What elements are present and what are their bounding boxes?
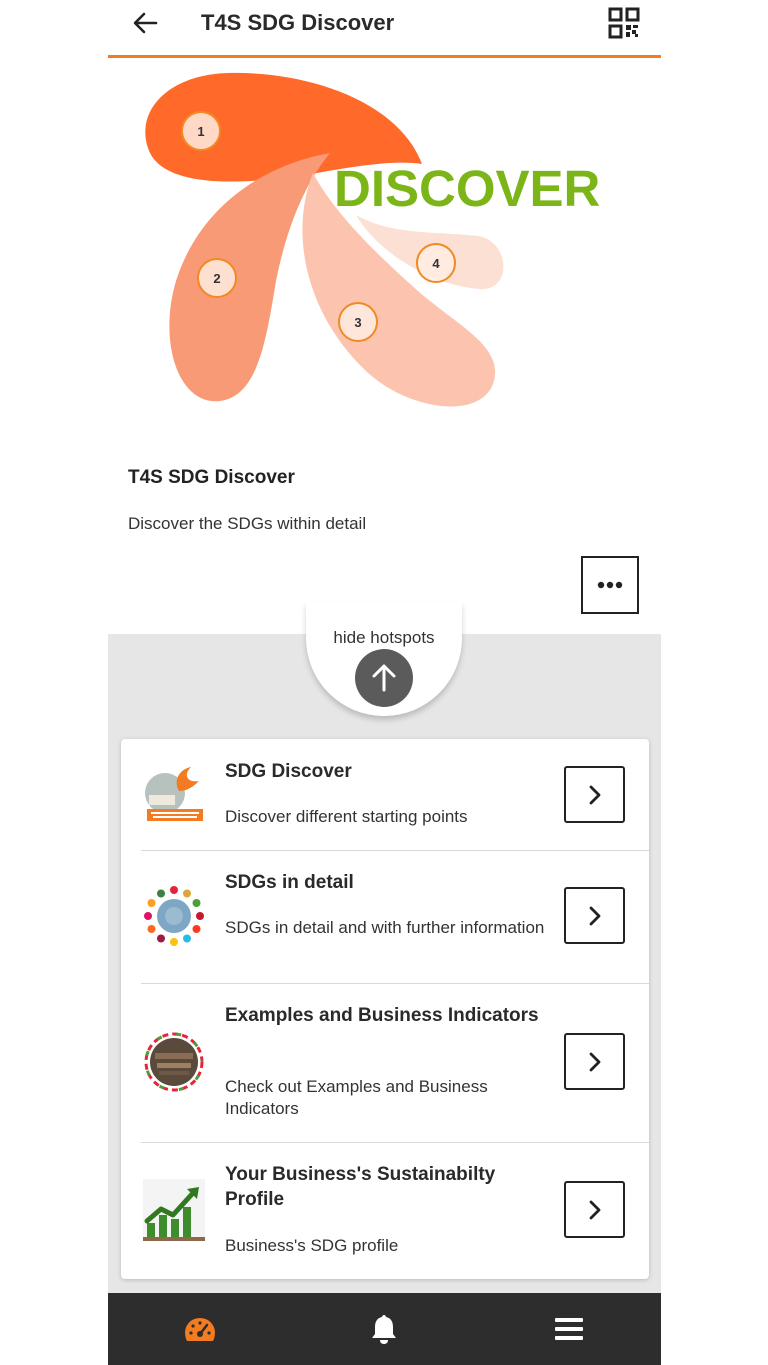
bottom-navigation — [108, 1293, 661, 1365]
content-title: T4S SDG Discover — [128, 467, 295, 488]
chevron-right-icon — [589, 1052, 600, 1071]
item-description: Business's SDG profile — [225, 1236, 399, 1255]
item-title: Your Business's Sustainabilty Profile — [225, 1164, 496, 1210]
notifications-bell-icon — [372, 1315, 396, 1344]
content-description: Discover the SDGs within detail — [128, 514, 367, 533]
nav-dashboard[interactable] — [180, 1311, 220, 1347]
growth-chart-thumbnail — [143, 1179, 205, 1241]
back-arrow-icon — [133, 12, 158, 34]
list-item-examples[interactable]: Examples and Business Indicators Check o… — [121, 984, 649, 1142]
nav-notifications[interactable] — [364, 1311, 404, 1347]
menu-hamburger-icon — [555, 1318, 583, 1340]
hotspot-4[interactable]: 4 — [416, 243, 456, 283]
qr-code-icon — [608, 7, 640, 39]
hotspot-3[interactable]: 3 — [338, 302, 378, 342]
chevron-right-icon — [589, 785, 600, 804]
open-item-button[interactable] — [564, 887, 625, 944]
app-header: T4S SDG Discover — [108, 0, 661, 58]
sdg-wheel-thumbnail — [143, 885, 205, 947]
item-description: Discover different starting points — [225, 807, 468, 826]
chevron-right-icon — [589, 906, 600, 925]
page-title: T4S SDG Discover — [201, 10, 395, 35]
discover-wordmark: DISCOVER — [334, 160, 600, 217]
hide-hotspots-label: hide hotspots — [333, 628, 435, 647]
arrow-up-icon — [372, 664, 396, 692]
more-dots-icon — [597, 581, 623, 589]
item-title: Examples and Business Indicators — [225, 1005, 539, 1026]
examples-thumbnail — [143, 1031, 205, 1093]
list-item-sdgs-in-detail[interactable]: SDGs in detail SDGs in detail and with f… — [121, 851, 649, 983]
item-title: SDG Discover — [225, 761, 352, 782]
list-item-sdg-discover[interactable]: SDG Discover Discover different starting… — [121, 739, 649, 850]
item-title: SDGs in detail — [225, 872, 354, 893]
qr-code-button[interactable] — [608, 7, 640, 39]
dashboard-icon — [185, 1318, 215, 1341]
open-item-button[interactable] — [564, 766, 625, 823]
open-item-button[interactable] — [564, 1181, 625, 1238]
item-description: SDGs in detail and with further informat… — [225, 918, 545, 937]
sdg-discover-thumbnail — [143, 761, 205, 823]
nav-menu[interactable] — [549, 1311, 589, 1347]
list-item-sustainability-profile[interactable]: Your Business's Sustainabilty Profile Bu… — [121, 1143, 649, 1279]
hotspot-2[interactable]: 2 — [197, 258, 237, 298]
chevron-right-icon — [589, 1200, 600, 1219]
open-item-button[interactable] — [564, 1033, 625, 1090]
discover-hero-image: DISCOVER 1 2 3 4 — [108, 61, 661, 431]
hide-hotspots-button[interactable] — [355, 649, 413, 707]
app-screen: T4S SDG Discover DISCOVER 1 2 3 4 T4S SD… — [108, 0, 661, 1365]
more-options-button[interactable] — [581, 556, 639, 614]
item-description: Check out Examples and Business Indicato… — [225, 1077, 488, 1118]
hotspot-1[interactable]: 1 — [181, 111, 221, 151]
topics-list: SDG Discover Discover different starting… — [121, 739, 649, 1279]
back-button[interactable] — [128, 6, 162, 40]
